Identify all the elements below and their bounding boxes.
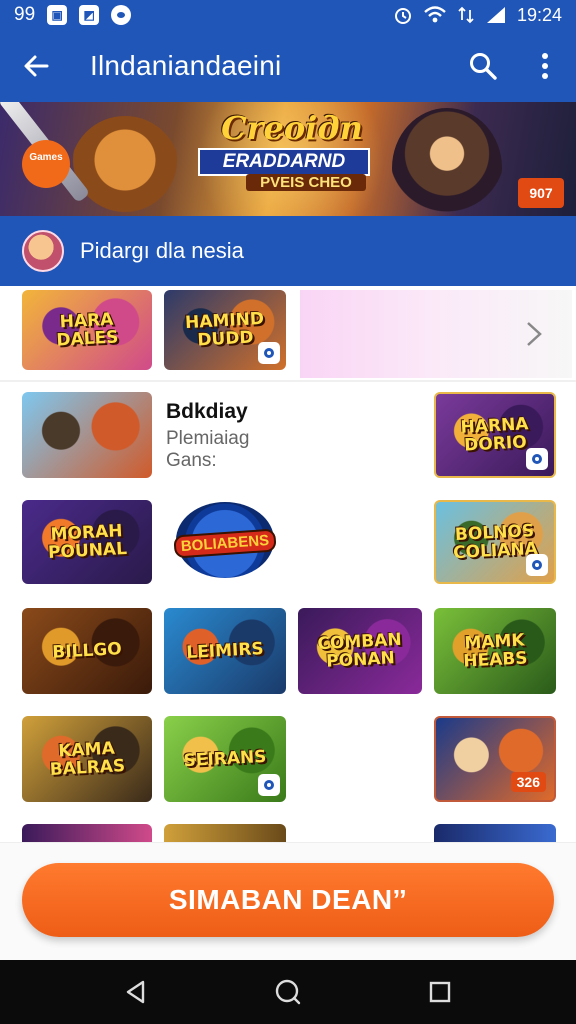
recents-square-icon — [429, 981, 451, 1003]
game-tile[interactable]: HAMIND DUDD — [164, 290, 286, 370]
tile-badge: 326 — [510, 772, 546, 792]
status-left: 99 ▣ ◩ — [14, 4, 132, 26]
notification-icon: ▣ — [47, 5, 68, 25]
signal-icon — [486, 7, 505, 23]
game-tile-label: KAMA BALRAS — [49, 738, 126, 780]
app-store-icon — [258, 342, 280, 364]
game-tile-label: BILLGO — [51, 639, 123, 663]
banner-character-left — [70, 116, 180, 216]
game-tile-label: COMBAN PONAN — [316, 629, 403, 672]
featured-subtitle-line1: Plemiaiag — [166, 428, 250, 449]
game-tile[interactable]: MORAH POUNAL — [22, 500, 152, 584]
see-more-card[interactable] — [300, 290, 572, 378]
status-right: 19:24 — [393, 5, 562, 26]
featured-logo[interactable]: BOLIABENS — [173, 502, 277, 578]
back-triangle-icon — [126, 980, 145, 1004]
avatar[interactable] — [22, 230, 64, 272]
game-tile[interactable]: MAMK HEABS — [434, 608, 556, 694]
game-tile[interactable]: HARNA DORIO — [434, 392, 556, 478]
banner-subtitle: ERADDARND — [198, 148, 370, 176]
banner-tagline: PVEIS CHEO — [246, 174, 366, 191]
featured-logo-text: BOLIABENS — [173, 528, 277, 559]
promo-banner[interactable]: Games Crеоiдn ERADDARND PVEIS CHEO 907 — [0, 102, 576, 216]
nav-back-button[interactable] — [106, 960, 166, 1024]
featured-subtitle: Plemiaiag Gans: — [166, 428, 249, 472]
arrow-left-icon — [24, 55, 49, 77]
status-bar: 99 ▣ ◩ 19:24 — [0, 0, 576, 30]
game-tile-label: SEIRANS — [183, 746, 267, 772]
app-bar: Ilndaniandaeini — [0, 30, 576, 102]
primary-cta-button[interactable]: SIMABAN DEANˮ — [22, 863, 554, 937]
bottom-action-area: SIMABAN DEANˮ — [0, 842, 576, 960]
game-tile-label: MORAH POUNAL — [47, 521, 128, 564]
game-tile[interactable]: 326 — [434, 716, 556, 802]
status-time: 19:24 — [516, 4, 562, 25]
game-tile-label: HAMIND DUDD — [184, 308, 265, 351]
section-title: Pidargı dla nesia — [80, 238, 244, 263]
more-vertical-icon — [542, 53, 548, 79]
game-tile-label: HARA DALES — [56, 309, 119, 351]
banner-title: Crеоiдn — [221, 109, 363, 147]
banner-badge-left: Games — [22, 140, 70, 188]
banner-badge-right: 907 — [518, 178, 564, 208]
section-header: Pidargı dla nesia — [0, 216, 576, 286]
game-grid: HARA DALES HAMIND DUDD Bdkdiay Plemiaiag… — [0, 286, 576, 842]
status-left-text: 99 — [14, 4, 36, 25]
game-tile[interactable]: BILLGO — [22, 608, 152, 694]
game-tile[interactable]: BOLNOS COLIANA — [434, 500, 556, 584]
app-store-icon — [526, 554, 548, 576]
app-store-icon — [258, 774, 280, 796]
page-title: Ilndaniandaeini — [90, 50, 282, 81]
game-tile[interactable]: SEIRANS — [164, 716, 286, 802]
data-icon — [458, 6, 474, 24]
game-tile[interactable]: COMBAN PONAN — [298, 608, 422, 694]
record-icon — [111, 5, 132, 25]
game-tile[interactable]: LEIMIRS — [164, 608, 286, 694]
featured-subtitle-line2: Gans: — [166, 450, 217, 471]
game-tile[interactable]: HARA DALES — [22, 290, 152, 370]
wifi-icon — [424, 6, 446, 23]
search-icon — [470, 53, 497, 80]
game-tile[interactable]: KAMA BALRAS — [22, 716, 152, 802]
game-tile-label: BOLNOS COLIANA — [452, 520, 539, 564]
nav-home-button[interactable] — [258, 960, 318, 1024]
game-tile-partial[interactable] — [434, 824, 556, 842]
app-store-icon — [526, 448, 548, 470]
featured-title: Bdkdiay — [166, 400, 248, 423]
game-tile-label: LEIMIRS — [185, 638, 265, 664]
alarm-icon — [394, 8, 411, 24]
search-button[interactable] — [452, 30, 514, 102]
game-tile-partial[interactable] — [22, 824, 152, 842]
image-icon: ◩ — [79, 5, 100, 25]
divider — [0, 380, 576, 382]
game-tile-label: HARNA DORIO — [460, 414, 529, 456]
game-tile-partial[interactable] — [164, 824, 286, 842]
banner-character-right — [392, 108, 502, 216]
system-nav-bar — [0, 960, 576, 1024]
more-options-button[interactable] — [514, 30, 576, 102]
nav-recents-button[interactable] — [410, 960, 470, 1024]
game-tile-label: MAMK HEABS — [462, 630, 529, 672]
game-tile[interactable] — [22, 392, 152, 478]
chevron-right-icon — [527, 322, 542, 346]
back-button[interactable] — [0, 30, 72, 102]
app-actions — [452, 30, 576, 102]
home-circle-icon — [275, 979, 301, 1005]
